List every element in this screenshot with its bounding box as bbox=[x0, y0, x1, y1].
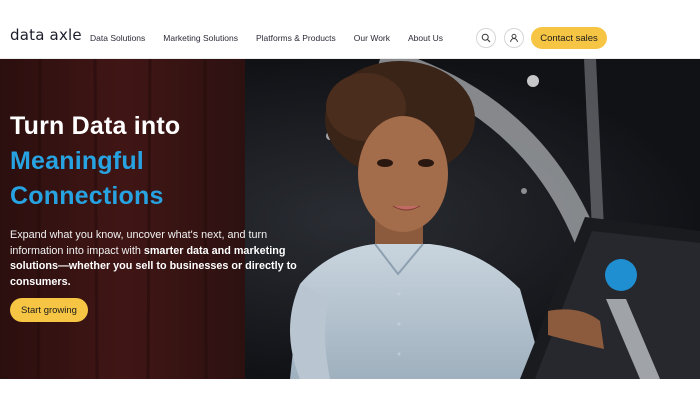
nav-data-solutions[interactable]: Data Solutions bbox=[90, 33, 145, 43]
search-icon bbox=[481, 33, 491, 43]
data-axle-logo[interactable]: data axle bbox=[10, 28, 82, 43]
search-button[interactable] bbox=[476, 28, 496, 48]
headline-line-2: Meaningful bbox=[10, 147, 144, 175]
hero-section: Turn Data into Meaningful Connections Ex… bbox=[0, 59, 700, 379]
contact-sales-button[interactable]: Contact sales bbox=[531, 27, 607, 49]
hero-text-block: Turn Data into Meaningful Connections Ex… bbox=[10, 109, 310, 290]
hero-subtext: Expand what you know, uncover what's nex… bbox=[10, 228, 300, 290]
nav-marketing-solutions[interactable]: Marketing Solutions bbox=[163, 33, 238, 43]
hero-headline: Turn Data into Meaningful Connections bbox=[10, 109, 310, 214]
nav-links: Data Solutions Marketing Solutions Platf… bbox=[90, 33, 461, 43]
account-button[interactable] bbox=[504, 28, 524, 48]
headline-line-3: Connections bbox=[10, 182, 164, 210]
start-growing-button[interactable]: Start growing bbox=[10, 298, 88, 322]
headline-line-1: Turn Data into bbox=[10, 112, 181, 140]
top-nav: data axle Data Solutions Marketing Solut… bbox=[0, 0, 700, 59]
nav-platforms-products[interactable]: Platforms & Products bbox=[256, 33, 336, 43]
nav-our-work[interactable]: Our Work bbox=[354, 33, 390, 43]
nav-about-us[interactable]: About Us bbox=[408, 33, 443, 43]
user-icon bbox=[510, 33, 518, 43]
